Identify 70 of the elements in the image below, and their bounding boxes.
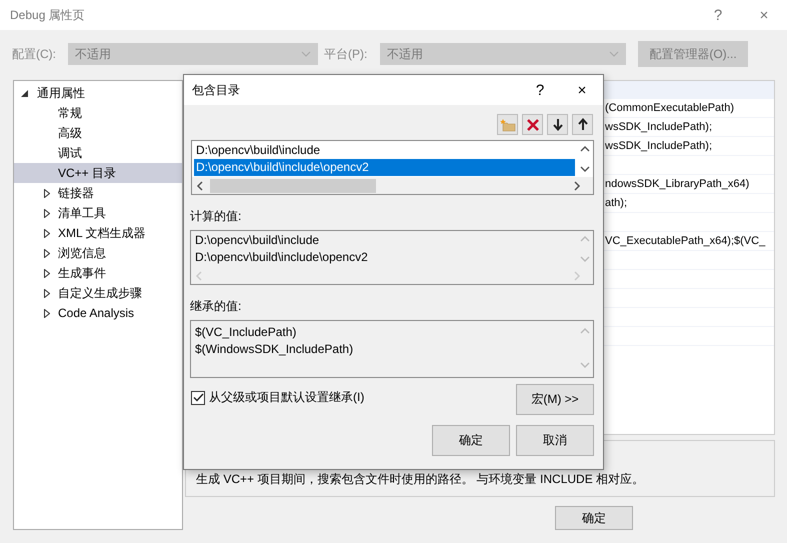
scroll-up-icon[interactable] bbox=[580, 146, 590, 152]
collapsed-arrow-icon bbox=[44, 188, 50, 198]
scroll-down-icon[interactable] bbox=[580, 166, 590, 172]
scroll-down-icon bbox=[580, 256, 590, 262]
tree-item[interactable]: 生成事件 bbox=[14, 263, 182, 283]
property-value: ath); bbox=[605, 197, 628, 209]
inherited-values-label: 继承的值: bbox=[190, 298, 242, 315]
inherited-value: $(VC_IncludePath) bbox=[194, 324, 298, 341]
macros-button[interactable]: 宏(M) >> bbox=[516, 384, 594, 415]
cancel-button[interactable]: 取消 bbox=[516, 425, 594, 456]
tree-item[interactable]: 链接器 bbox=[14, 183, 182, 203]
new-folder-icon bbox=[500, 118, 516, 132]
scroll-down-icon bbox=[580, 362, 590, 368]
description-text: 生成 VC++ 项目期间，搜索包含文件时使用的路径。 与环境变量 INCLUDE 相对应。 bbox=[196, 471, 644, 488]
platform-label: 平台(P): bbox=[324, 46, 368, 62]
tree-item[interactable]: XML 文档生成器 bbox=[14, 223, 182, 243]
ok-button[interactable]: 确定 bbox=[432, 425, 510, 456]
scroll-right-icon[interactable] bbox=[573, 180, 581, 190]
title-bar-button[interactable]: × bbox=[561, 75, 603, 105]
tree-item[interactable]: 调试 bbox=[14, 143, 182, 163]
tree-item[interactable]: 常规 bbox=[14, 103, 182, 123]
inherited-value: $(WindowsSDK_IncludePath) bbox=[194, 341, 354, 358]
tree-item[interactable]: 清单工具 bbox=[14, 203, 182, 223]
property-value: VC_ExecutablePath_x64);$(VC_ bbox=[605, 235, 766, 247]
collapsed-arrow-icon bbox=[44, 308, 50, 318]
property-value: wsSDK_IncludePath); bbox=[605, 121, 712, 133]
tree-item[interactable]: 自定义生成步骤 bbox=[14, 283, 182, 303]
tree-item[interactable]: 高级 bbox=[14, 123, 182, 143]
chevron-icon bbox=[301, 51, 311, 57]
title-bar-button[interactable]: ? bbox=[519, 75, 561, 105]
directory-entry[interactable]: D:\opencv\build\include bbox=[194, 142, 575, 159]
title-bar-button[interactable]: × bbox=[741, 0, 787, 30]
tree-item[interactable]: VC++ 目录 bbox=[14, 163, 182, 183]
delete-button[interactable] bbox=[522, 114, 543, 135]
scroll-right-icon bbox=[573, 270, 581, 280]
scrollbar-thumb[interactable] bbox=[210, 178, 376, 192]
collapsed-arrow-icon bbox=[44, 288, 50, 298]
check-icon bbox=[192, 393, 204, 402]
tree-item[interactable]: 通用属性 bbox=[14, 83, 182, 103]
tree-item[interactable]: Code Analysis bbox=[14, 303, 182, 323]
configuration-label: 配置(C): bbox=[12, 46, 57, 62]
down-arrow-icon bbox=[552, 118, 562, 131]
property-value: (CommonExecutablePath) bbox=[605, 102, 734, 114]
dialog-title: 包含目录 bbox=[192, 82, 240, 98]
collapsed-arrow-icon bbox=[44, 228, 50, 238]
move-down-button[interactable] bbox=[547, 114, 568, 135]
inherit-checkbox[interactable]: 从父级或项目默认设置继承(I) bbox=[191, 389, 364, 406]
scroll-left-icon[interactable] bbox=[196, 180, 204, 190]
directory-entry[interactable]: D:\opencv\build\include\opencv2 bbox=[194, 159, 575, 176]
computed-values-label: 计算的值: bbox=[190, 208, 242, 225]
computed-value: D:\opencv\build\include bbox=[194, 232, 320, 249]
scroll-left-icon bbox=[195, 270, 203, 280]
move-up-button[interactable] bbox=[572, 114, 593, 135]
collapsed-arrow-icon bbox=[44, 268, 50, 278]
window-title: Debug 属性页 bbox=[10, 6, 85, 24]
horizontal-scrollbar[interactable] bbox=[192, 177, 593, 194]
delete-icon bbox=[526, 118, 540, 132]
tree-item[interactable]: 浏览信息 bbox=[14, 243, 182, 263]
expanded-arrow-icon bbox=[21, 90, 28, 96]
collapsed-arrow-icon bbox=[44, 248, 50, 258]
up-arrow-icon bbox=[578, 118, 588, 131]
title-bar-button[interactable]: ? bbox=[695, 0, 741, 30]
ok-button[interactable]: 确定 bbox=[555, 506, 633, 530]
computed-value: D:\opencv\build\include\opencv2 bbox=[194, 249, 369, 266]
scroll-up-icon bbox=[580, 328, 590, 334]
property-value: ndowsSDK_LibraryPath_x64) bbox=[605, 178, 750, 190]
property-value: wsSDK_IncludePath); bbox=[605, 140, 712, 152]
collapsed-arrow-icon bbox=[44, 208, 50, 218]
chevron-icon bbox=[609, 51, 619, 57]
scroll-up-icon bbox=[580, 236, 590, 242]
